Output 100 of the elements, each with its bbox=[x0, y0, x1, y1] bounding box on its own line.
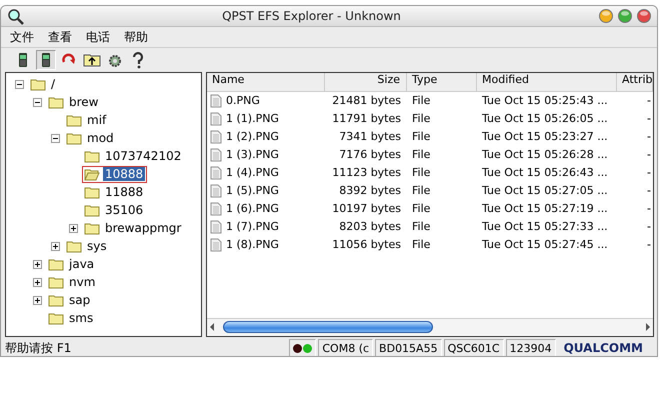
file-name[interactable]: 1 (1).PNG bbox=[226, 110, 279, 128]
tree-item-label[interactable]: mif bbox=[85, 113, 108, 127]
tree-item-label[interactable]: sys bbox=[85, 239, 109, 253]
tree-item-label[interactable]: mod bbox=[85, 131, 116, 145]
file-name[interactable]: 1 (6).PNG bbox=[226, 200, 279, 218]
file-icon bbox=[210, 94, 222, 108]
tree-item-label[interactable]: brewappmgr bbox=[103, 221, 184, 235]
file-name[interactable]: 1 (8).PNG bbox=[226, 236, 279, 254]
close-button[interactable] bbox=[637, 9, 651, 23]
device-number: 123904 bbox=[506, 338, 556, 356]
file-name[interactable]: 1 (5).PNG bbox=[226, 182, 279, 200]
file-modified: Tue Oct 15 05:26:43 ... bbox=[481, 165, 609, 181]
expand-toggle[interactable] bbox=[33, 296, 42, 304]
file-attributes: - bbox=[647, 148, 651, 161]
file-modified: Tue Oct 15 05:27:05 ... bbox=[481, 183, 609, 199]
file-name[interactable]: 1 (3).PNG bbox=[226, 146, 279, 164]
collapse-toggle[interactable] bbox=[33, 98, 42, 106]
folder-open-icon bbox=[84, 166, 100, 182]
column-header[interactable]: Size bbox=[325, 73, 407, 92]
tree-item-label[interactable]: 10888 bbox=[103, 167, 146, 181]
menu-item[interactable]: 电话 bbox=[86, 28, 110, 46]
file-modified: Tue Oct 15 05:26:05 ... bbox=[481, 111, 609, 127]
folder-icon bbox=[48, 256, 64, 272]
menu-item[interactable]: 帮助 bbox=[124, 28, 148, 46]
file-type: File bbox=[411, 111, 432, 127]
tree-item-label[interactable]: / bbox=[49, 77, 58, 91]
tree-item[interactable]: 11888 bbox=[82, 184, 148, 200]
column-header[interactable]: Name bbox=[207, 73, 325, 92]
file-size: 8203 bytes bbox=[338, 219, 402, 235]
file-modified: Tue Oct 15 05:27:33 ... bbox=[481, 219, 609, 235]
tree-item-label[interactable]: 35106 bbox=[103, 203, 146, 217]
tree-item-label[interactable]: nvm bbox=[67, 275, 98, 289]
collapse-toggle[interactable] bbox=[15, 80, 24, 88]
file-size: 7341 bytes bbox=[338, 129, 402, 145]
horizontal-scrollbar[interactable] bbox=[207, 318, 653, 335]
folder-icon bbox=[48, 292, 64, 308]
file-icon bbox=[210, 238, 222, 252]
file-modified: Tue Oct 15 05:27:19 ... bbox=[481, 201, 609, 217]
tree-item[interactable]: nvm bbox=[46, 274, 100, 290]
tree-item[interactable]: 1073742102 bbox=[82, 148, 186, 164]
file-attributes: - bbox=[647, 166, 651, 179]
folder-icon bbox=[48, 310, 64, 326]
menu-item[interactable]: 查看 bbox=[48, 28, 72, 46]
tree-item[interactable]: mod bbox=[64, 130, 118, 146]
file-size: 11056 bytes bbox=[331, 237, 402, 253]
tree-item[interactable]: 35106 bbox=[82, 202, 148, 218]
toolbar-button[interactable] bbox=[36, 50, 56, 70]
tree-item-label[interactable]: java bbox=[67, 257, 96, 271]
maximize-button[interactable] bbox=[618, 9, 632, 23]
tree-item-label[interactable]: sap bbox=[67, 293, 92, 307]
column-header[interactable]: Modified bbox=[477, 73, 617, 92]
file-type: File bbox=[411, 129, 432, 145]
folder-icon bbox=[66, 238, 82, 254]
file-icon bbox=[210, 202, 222, 216]
column-header[interactable]: Attrib bbox=[617, 73, 653, 92]
file-name[interactable]: 1 (2).PNG bbox=[226, 128, 279, 146]
tree-item[interactable]: sms bbox=[46, 310, 98, 326]
scrollbar-thumb[interactable] bbox=[223, 321, 433, 333]
tree-item[interactable]: sap bbox=[46, 292, 94, 308]
file-modified: Tue Oct 15 05:23:27 ... bbox=[481, 129, 609, 145]
expand-toggle[interactable] bbox=[69, 224, 78, 232]
folder-icon bbox=[66, 112, 82, 128]
device-id: BD015A55 bbox=[375, 338, 442, 356]
expand-toggle[interactable] bbox=[51, 242, 60, 250]
file-size: 11123 bytes bbox=[331, 165, 402, 181]
brand-logo: QUALCOMM bbox=[562, 340, 644, 356]
file-type: File bbox=[411, 219, 432, 235]
file-name[interactable]: 1 (4).PNG bbox=[226, 164, 279, 182]
tree-item-label[interactable]: brew bbox=[67, 95, 100, 109]
tree-item[interactable]: brewappmgr bbox=[82, 220, 186, 236]
file-size: 21481 bytes bbox=[331, 93, 402, 109]
tree-item[interactable]: mif bbox=[64, 112, 110, 128]
tree-item-label[interactable]: sms bbox=[67, 311, 96, 325]
file-icon bbox=[210, 220, 222, 234]
minimize-button[interactable] bbox=[599, 9, 613, 23]
file-size: 7176 bytes bbox=[338, 147, 402, 163]
file-icon bbox=[210, 184, 222, 198]
file-size: 8392 bytes bbox=[338, 183, 402, 199]
file-icon bbox=[210, 148, 222, 162]
folder-icon bbox=[84, 202, 100, 218]
tree-item-label[interactable]: 1073742102 bbox=[103, 149, 184, 163]
expand-toggle[interactable] bbox=[33, 278, 42, 286]
folder-icon bbox=[30, 76, 46, 92]
folder-icon bbox=[84, 184, 100, 200]
tree-item[interactable]: java bbox=[46, 256, 98, 272]
file-modified: Tue Oct 15 05:26:28 ... bbox=[481, 147, 609, 163]
column-header[interactable]: Type bbox=[407, 73, 477, 92]
file-attributes: - bbox=[647, 238, 651, 251]
collapse-toggle[interactable] bbox=[51, 134, 60, 142]
tree-item[interactable]: / bbox=[28, 76, 60, 92]
file-name[interactable]: 0.PNG bbox=[226, 92, 260, 110]
file-attributes: - bbox=[647, 130, 651, 143]
tree-item[interactable]: sys bbox=[64, 238, 111, 254]
menu-item[interactable]: 文件 bbox=[10, 28, 34, 46]
file-attributes: - bbox=[647, 94, 651, 107]
expand-toggle[interactable] bbox=[33, 260, 42, 268]
folder-icon bbox=[84, 148, 100, 164]
tree-item[interactable]: brew bbox=[46, 94, 102, 110]
tree-item-label[interactable]: 11888 bbox=[103, 185, 146, 199]
file-name[interactable]: 1 (7).PNG bbox=[226, 218, 279, 236]
